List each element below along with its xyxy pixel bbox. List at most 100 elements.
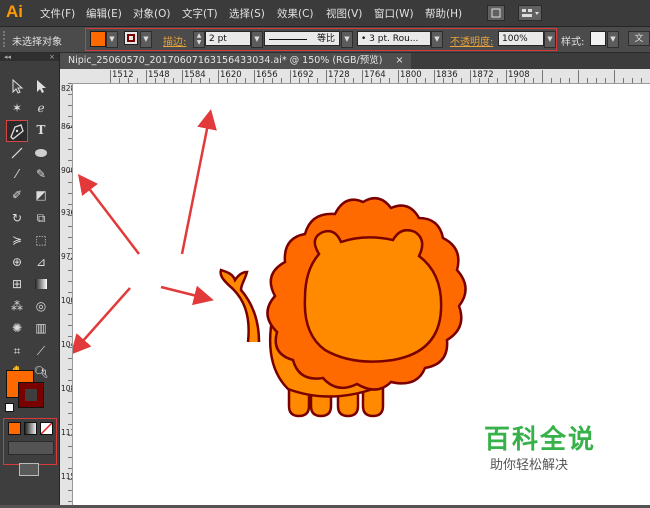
ruler-tick xyxy=(68,314,72,315)
color-mode-button[interactable] xyxy=(8,422,21,435)
ruler-tick xyxy=(68,292,72,293)
menu-select[interactable]: 选择(S) xyxy=(229,6,265,21)
menu-view[interactable]: 视图(V) xyxy=(326,6,362,21)
selection-status: 未选择对象 xyxy=(12,37,62,48)
stroke-label[interactable]: 描边: xyxy=(163,33,186,48)
menu-object[interactable]: 对象(O) xyxy=(133,6,170,21)
panel-grip[interactable] xyxy=(3,31,7,47)
blob-brush-tool-icon[interactable]: ✐ xyxy=(7,186,27,204)
ruler-tick xyxy=(578,70,579,83)
tools-panel-header[interactable]: ◂◂ × xyxy=(0,53,59,61)
document-tab-bar: Nipic_25060570_20170607163156433034.ai* … xyxy=(60,53,650,69)
gradient-tool-icon[interactable] xyxy=(31,275,51,293)
mesh-tool-icon[interactable]: ⊞ xyxy=(7,275,27,293)
default-fill-stroke-icon[interactable] xyxy=(5,403,14,412)
ruler-tick xyxy=(68,424,72,425)
menu-help[interactable]: 帮助(H) xyxy=(425,6,462,21)
ruler-tick xyxy=(254,70,255,83)
ruler-label: 1692 xyxy=(292,70,314,80)
graphic-style-swatch[interactable] xyxy=(590,31,606,46)
lion-face xyxy=(303,229,443,363)
opacity-dropdown[interactable]: ▼ xyxy=(544,31,556,48)
menu-type[interactable]: 文字(T) xyxy=(182,6,218,21)
variable-width-profile[interactable]: 等比 xyxy=(264,31,340,46)
menu-edit[interactable]: 编辑(E) xyxy=(86,6,122,21)
ruler-tick xyxy=(68,226,72,227)
ruler-tick xyxy=(68,457,72,458)
stroke-weight-stepper[interactable]: ▲ ▼ xyxy=(193,31,205,48)
menu-file[interactable]: 文件(F) xyxy=(40,6,75,21)
line-segment-tool-icon[interactable] xyxy=(7,144,27,162)
stroke-weight-dropdown[interactable]: ▼ xyxy=(251,31,263,48)
ruler-label: 1800 xyxy=(400,70,422,80)
stroke-weight-input[interactable]: 2 pt xyxy=(205,31,251,46)
lasso-tool-icon[interactable]: ℯ xyxy=(31,99,51,117)
slice-tool-icon[interactable]: ⟋ xyxy=(31,342,51,360)
symbol-sprayer-tool-icon[interactable]: ✺ xyxy=(7,319,27,337)
brush-definition[interactable]: • 3 pt. Rou... xyxy=(357,31,431,46)
drawing-modes-icon[interactable] xyxy=(8,441,54,455)
stroke-dropdown[interactable]: ▼ xyxy=(140,31,152,48)
opacity-input[interactable]: 100% xyxy=(498,31,544,46)
fill-color-swatch[interactable] xyxy=(90,31,106,47)
ruler-tick xyxy=(533,78,534,83)
document-setup-button[interactable]: 文 xyxy=(628,31,650,46)
ruler-tick xyxy=(68,138,72,139)
scale-tool-icon[interactable]: ⧉ xyxy=(31,209,51,227)
lion-illustration[interactable] xyxy=(219,196,467,418)
stroke-swatch[interactable] xyxy=(18,382,44,408)
pen-tool-icon[interactable] xyxy=(6,120,28,142)
ruler-label: 1836 xyxy=(436,70,458,80)
ruler-label: 1656 xyxy=(256,70,278,80)
shape-builder-tool-icon[interactable]: ⊕ xyxy=(7,253,27,271)
document-tab[interactable]: Nipic_25060570_20170607163156433034.ai* … xyxy=(60,53,412,69)
ruler-tick xyxy=(209,78,210,83)
gradient-mode-button[interactable] xyxy=(24,422,37,435)
bridge-icon[interactable] xyxy=(487,5,505,21)
ruler-tick xyxy=(389,78,390,83)
horizontal-ruler[interactable]: 1512 1548 1584 1620 1656 1692 1728 1764 … xyxy=(60,69,650,84)
menu-bar: Ai 文件(F) 编辑(E) 对象(O) 文字(T) 选择(S) 效果(C) 视… xyxy=(0,0,650,27)
brush-dropdown[interactable]: ▼ xyxy=(431,31,443,48)
blend-tool-icon[interactable]: ◎ xyxy=(31,297,51,315)
swap-fill-stroke-icon[interactable]: ↰ xyxy=(40,368,48,378)
screen-mode-icon[interactable] xyxy=(19,463,39,476)
ruler-tick xyxy=(605,78,606,83)
magic-wand-tool-icon[interactable]: ✶ xyxy=(7,99,27,117)
eraser-tool-icon[interactable]: ◩ xyxy=(31,186,51,204)
fill-dropdown[interactable]: ▼ xyxy=(106,31,118,48)
lion-tail xyxy=(219,268,261,343)
rotate-tool-icon[interactable]: ↻ xyxy=(7,209,27,227)
type-tool-icon[interactable]: T xyxy=(31,121,51,139)
vertical-ruler[interactable]: 828 864 900 936 972 1008 1044 1080 1116 … xyxy=(60,83,73,505)
close-tab-icon[interactable]: × xyxy=(395,55,403,66)
ruler-tick xyxy=(425,78,426,83)
eyedropper-tool-icon[interactable]: ⁂ xyxy=(7,297,27,315)
ruler-tick xyxy=(68,248,72,249)
paintbrush-tool-icon[interactable]: ⁄ xyxy=(7,165,27,183)
none-mode-button[interactable] xyxy=(40,422,53,435)
ellipse-tool-icon[interactable] xyxy=(31,144,51,162)
column-graph-tool-icon[interactable]: ▥ xyxy=(31,319,51,337)
ruler-tick xyxy=(461,78,462,83)
free-transform-tool-icon[interactable]: ⬚ xyxy=(31,231,51,249)
app-logo: Ai xyxy=(6,2,23,21)
ruler-tick xyxy=(68,204,72,205)
ruler-tick xyxy=(68,468,72,469)
artboard-tool-icon[interactable]: ⌗ xyxy=(7,342,27,360)
style-dropdown[interactable]: ▼ xyxy=(607,31,619,48)
selection-tool-icon[interactable] xyxy=(7,77,27,95)
opacity-label[interactable]: 不透明度: xyxy=(450,33,493,48)
menu-window[interactable]: 窗口(W) xyxy=(374,6,414,21)
ruler-tick xyxy=(281,78,282,83)
direct-selection-tool-icon[interactable] xyxy=(31,77,51,95)
pencil-tool-icon[interactable]: ✎ xyxy=(31,165,51,183)
arrange-documents-icon[interactable] xyxy=(518,5,542,21)
menu-effect[interactable]: 效果(C) xyxy=(277,6,314,21)
stroke-color-swatch[interactable] xyxy=(124,31,138,45)
width-tool-icon[interactable]: ≽ xyxy=(7,231,27,249)
perspective-grid-tool-icon[interactable]: ⊿ xyxy=(31,253,51,271)
control-bar: 未选择对象 ▼ ▼ 描边: ▲ ▼ 2 pt ▼ 等比 ▼ • 3 pt. Rou… xyxy=(0,27,650,53)
ruler-label: 1512 xyxy=(112,70,134,80)
profile-dropdown[interactable]: ▼ xyxy=(341,31,353,48)
